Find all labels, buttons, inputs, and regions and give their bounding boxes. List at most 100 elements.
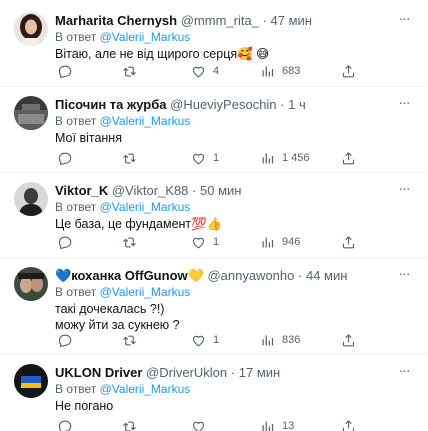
tweet-header: Viktor_K @Viktor_K88 · 50 мин <box>55 182 418 199</box>
more-icon[interactable]: ··· <box>394 363 414 381</box>
retweet-icon <box>123 66 136 76</box>
display-name[interactable]: UKLON Driver <box>55 365 142 380</box>
tweet-actions: 1 1 456 <box>55 150 365 166</box>
reply-button[interactable] <box>57 418 72 431</box>
reply-tweet[interactable]: Пісочин та журба @HueviyPesochin · 1 ч В… <box>0 87 428 173</box>
tweet-actions: 1 946 <box>55 234 365 250</box>
avatar[interactable] <box>14 267 48 301</box>
share-button[interactable] <box>341 332 356 348</box>
reply-context: В ответ @Valerii_Markus <box>55 114 418 129</box>
share-button[interactable] <box>341 418 356 431</box>
retweet-icon <box>123 421 136 431</box>
reply-context: В ответ @Valerii_Markus <box>55 285 418 300</box>
retweet-button[interactable] <box>122 150 137 166</box>
retweet-icon <box>123 237 136 247</box>
reply-button[interactable] <box>57 332 72 348</box>
timestamp[interactable]: 1 ч <box>288 97 306 112</box>
share-button[interactable] <box>341 234 356 250</box>
display-name[interactable]: Marharita Chernysh <box>55 13 177 28</box>
share-button[interactable] <box>341 63 356 79</box>
mention-link[interactable]: @Valerii_Markus <box>100 285 191 299</box>
views-button[interactable]: 1 456 <box>260 150 310 166</box>
mention-link[interactable]: @Valerii_Markus <box>100 382 191 396</box>
retweet-button[interactable] <box>122 63 137 79</box>
user-handle[interactable]: @DriverUklon <box>146 365 227 380</box>
reply-prefix: В ответ <box>55 200 97 214</box>
like-button[interactable] <box>191 418 213 431</box>
more-icon[interactable]: ··· <box>394 181 414 199</box>
avatar[interactable] <box>14 96 48 130</box>
views-button[interactable]: 683 <box>260 63 300 79</box>
tweet-text-line: Не погано <box>55 399 114 413</box>
avatar[interactable] <box>14 182 48 216</box>
separator-dot: · <box>230 365 236 380</box>
more-icon[interactable]: ··· <box>394 266 414 284</box>
share-button[interactable] <box>341 150 356 166</box>
heart-icon <box>192 237 205 248</box>
views-button[interactable]: 13 <box>260 418 294 431</box>
avatar[interactable] <box>14 12 48 46</box>
reply-tweet[interactable]: 💙коханка OffGunow💛 @annyawonho · 44 мин … <box>0 259 428 355</box>
retweet-button[interactable] <box>122 234 137 250</box>
tweet-text-line: такі дочекалась ?!) <box>55 302 165 316</box>
share-icon <box>342 64 355 77</box>
retweet-button[interactable] <box>122 332 137 348</box>
reply-tweet[interactable]: Marharita Chernysh @mmm_rita_ · 47 мин В… <box>0 0 428 87</box>
retweet-button[interactable] <box>122 418 137 431</box>
separator-dot: · <box>192 183 197 198</box>
tweet-text: Це база, це фундамент💯👍 <box>55 216 418 232</box>
like-count: 1 <box>213 236 220 248</box>
tweet-actions: 4 683 <box>55 63 365 79</box>
tweet-text: Не погано <box>55 398 418 414</box>
like-button[interactable]: 4 <box>191 63 219 79</box>
share-icon <box>342 151 355 164</box>
like-count: 1 <box>213 152 220 164</box>
display-name[interactable]: Пісочин та журба <box>55 97 167 112</box>
tweet-header: UKLON Driver @DriverUklon · 17 мин <box>55 364 418 381</box>
mention-link[interactable]: @Valerii_Markus <box>100 30 191 44</box>
mention-link[interactable]: @Valerii_Markus <box>100 200 191 214</box>
reply-button[interactable] <box>57 150 72 166</box>
views-icon <box>262 237 274 247</box>
timestamp[interactable]: 44 мин <box>306 268 347 283</box>
separator-dot: · <box>262 13 267 28</box>
like-button[interactable]: 1 <box>191 150 219 166</box>
timestamp[interactable]: 47 мин <box>271 13 312 28</box>
more-icon[interactable]: ··· <box>394 95 414 113</box>
yellow-heart-emoji: 💛 <box>187 268 204 283</box>
timestamp[interactable]: 50 мин <box>200 183 241 198</box>
reply-tweet[interactable]: Viktor_K @Viktor_K88 · 50 мин В ответ @V… <box>0 173 428 259</box>
tweet-text-line: Це база, це фундамент💯👍 <box>55 217 223 231</box>
tweet-actions: 13 <box>55 418 365 431</box>
user-handle[interactable]: @annyawonho <box>207 268 294 283</box>
reply-button[interactable] <box>57 234 72 250</box>
heart-icon <box>192 421 205 431</box>
tweet-text-line: Мої вітання <box>55 131 122 145</box>
views-button[interactable]: 836 <box>260 332 300 348</box>
avatar[interactable] <box>14 364 48 398</box>
more-icon[interactable]: ··· <box>394 11 414 29</box>
mention-link[interactable]: @Valerii_Markus <box>100 114 191 128</box>
user-handle[interactable]: @mmm_rita_ <box>181 13 259 28</box>
tweet-text-line: Вітаю, але не від щирого серця🥰 😅 <box>55 47 270 61</box>
like-button[interactable]: 1 <box>191 234 219 250</box>
user-handle[interactable]: @HueviyPesochin <box>170 97 276 112</box>
tweet-header: Marharita Chernysh @mmm_rita_ · 47 мин <box>55 12 418 29</box>
separator-dot: · <box>298 268 303 283</box>
reply-context: В ответ @Valerii_Markus <box>55 30 418 45</box>
reply-context: В ответ @Valerii_Markus <box>55 382 418 397</box>
like-count: 1 <box>213 334 220 346</box>
views-count: 946 <box>282 236 301 248</box>
reply-icon <box>58 65 72 78</box>
user-handle[interactable]: @Viktor_K88 <box>112 183 189 198</box>
reply-button[interactable] <box>57 63 72 79</box>
display-name[interactable]: Viktor_K <box>55 183 108 198</box>
retweet-icon <box>123 153 136 163</box>
timestamp[interactable]: 17 мин <box>239 365 280 380</box>
views-count: 683 <box>282 65 301 77</box>
like-button[interactable]: 1 <box>191 332 219 348</box>
views-button[interactable]: 946 <box>260 234 300 250</box>
display-name[interactable]: коханка OffGunow <box>71 268 187 283</box>
reply-tweet[interactable]: UKLON Driver @DriverUklon · 17 мин В отв… <box>0 355 428 431</box>
tweet-actions: 1 836 <box>55 332 365 348</box>
